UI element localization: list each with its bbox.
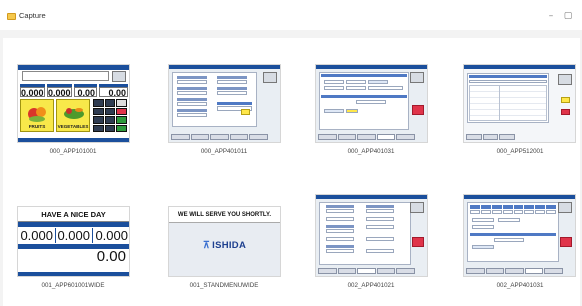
category-fruits: FRUITS (20, 99, 54, 132)
unit-price-value: 0.00 (74, 87, 97, 98)
thumbnail-app601001wide[interactable]: HAVE A NICE DAY 0.000 0.000 0.000 0.00 (17, 206, 130, 277)
tare-value: 0.000 (56, 228, 92, 243)
scale-icon (410, 72, 424, 83)
title-bar: Capture – ▢ (0, 0, 582, 30)
tare-value: 0.000 (47, 87, 72, 98)
ishida-logo: ⊼ ISHIDA (202, 240, 247, 251)
file-name[interactable]: 000_APP512001 (465, 148, 575, 155)
tab-strip (318, 268, 415, 274)
unit-price-value: 0.000 (93, 228, 129, 243)
scale-icon (558, 74, 572, 85)
maximize-button[interactable]: ▢ (561, 10, 575, 22)
tab-strip (466, 134, 516, 140)
category-vegetables: VEGETABLES (56, 99, 90, 132)
thumbnail-app401031-2[interactable] (463, 194, 576, 277)
scale-icon (558, 202, 572, 213)
thumbnail-app512001[interactable] (463, 64, 576, 143)
file-view: 0.000 0.000 0.00 0.00 FRUITS VEGETABLES (3, 38, 580, 306)
file-name[interactable]: 001_APP601001WIDE (18, 282, 128, 289)
weight-value: 0.000 (18, 228, 55, 243)
tab-strip (171, 134, 268, 140)
screen-message: WE WILL SERVE YOU SHORTLY. (169, 207, 280, 223)
file-name[interactable]: 000_APP101001 (18, 148, 128, 155)
folder-icon (7, 13, 16, 20)
fruit-icon (28, 107, 46, 122)
file-name[interactable]: 001_STANDMENUWIDE (169, 282, 279, 289)
total-value: 0.00 (99, 87, 128, 98)
thumbnail-app401021[interactable] (315, 194, 428, 277)
logo-mark-icon: ⊼ (202, 240, 211, 251)
scale-icon (263, 72, 277, 83)
file-name[interactable]: 000_APP401031 (316, 148, 426, 155)
weight-value: 0.000 (20, 87, 45, 98)
window-title: Capture (19, 11, 46, 20)
screen-message: HAVE A NICE DAY (18, 207, 129, 222)
vegetable-icon (64, 108, 84, 119)
keypad (93, 99, 127, 132)
screen-message (22, 71, 109, 81)
thumbnail-app401011[interactable] (168, 64, 281, 143)
thumbnail-standmenuwide[interactable]: WE WILL SERVE YOU SHORTLY. ⊼ ISHIDA (168, 206, 281, 277)
screen-header (18, 65, 129, 70)
tab-strip (466, 268, 563, 274)
tab-strip (318, 134, 415, 140)
file-name[interactable]: 002_APP401031 (465, 282, 575, 289)
file-name[interactable]: 000_APP401011 (169, 148, 279, 155)
file-name[interactable]: 002_APP401021 (316, 282, 426, 289)
thumbnail-app101001[interactable]: 0.000 0.000 0.00 0.00 FRUITS VEGETABLES (17, 64, 130, 143)
scale-icon (410, 202, 424, 213)
total-price-value: 0.00 (18, 249, 129, 265)
minimize-button[interactable]: – (544, 10, 558, 22)
thumbnail-app401031[interactable] (315, 64, 428, 143)
scale-icon (112, 71, 126, 82)
